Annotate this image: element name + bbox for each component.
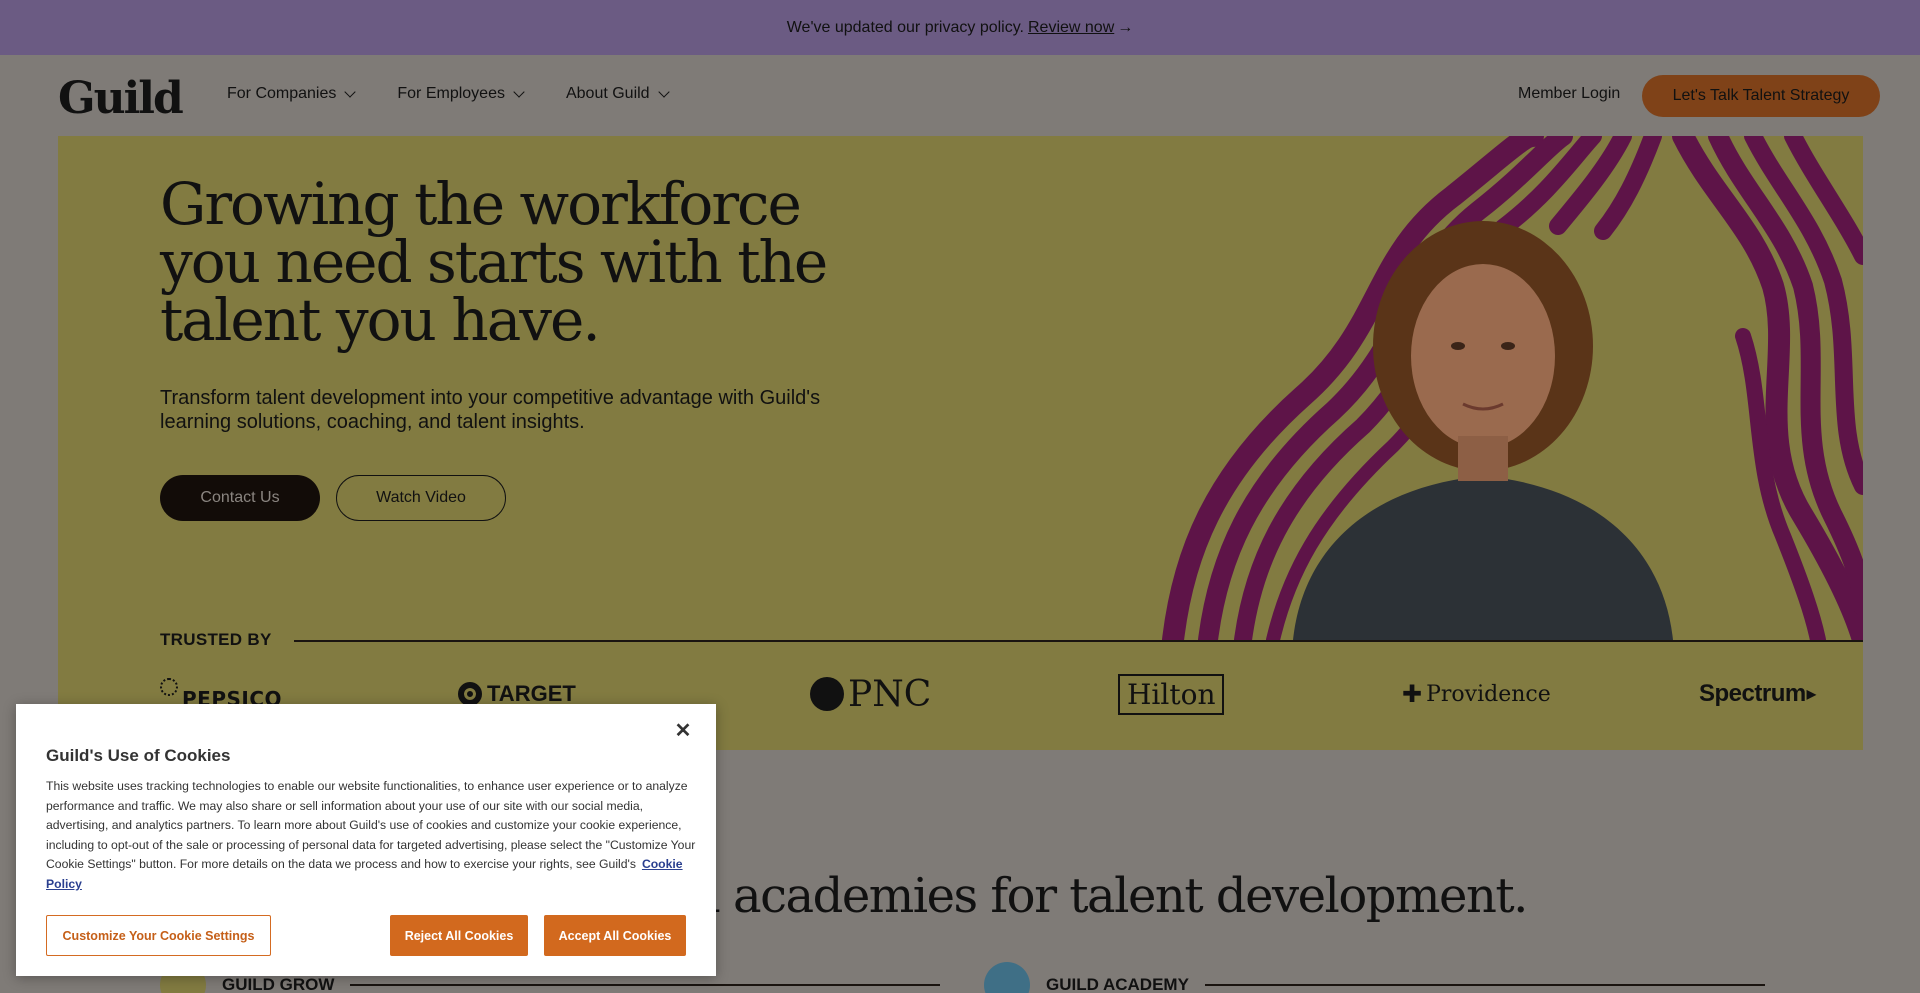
spectrum-arrow-icon: ▶ (1806, 687, 1816, 701)
close-icon[interactable]: ✕ (673, 720, 693, 742)
nav-label: For Employees (397, 85, 505, 102)
nav-label: For Companies (227, 85, 337, 102)
cookie-body: This website uses tracking technologies … (46, 777, 696, 895)
pnc-mark-icon (810, 677, 844, 711)
main-nav: For Companies For Employees About Guild (227, 85, 670, 103)
chevron-down-icon (513, 86, 525, 98)
watch-video-button[interactable]: Watch Video (336, 475, 506, 521)
customize-cookies-button[interactable]: Customize Your Cookie Settings (46, 915, 271, 956)
hero-title: Growing the workforce you need starts wi… (160, 170, 828, 354)
product-guild-academy[interactable]: GUILD ACADEMY (984, 962, 1765, 993)
banner-text: We've updated our privacy policy. (786, 18, 1024, 36)
target-bullseye-icon (458, 682, 482, 706)
accept-all-cookies-button[interactable]: Accept All Cookies (544, 915, 686, 956)
review-now-link[interactable]: Review now (1028, 19, 1114, 37)
guild-logo[interactable]: Guild (58, 73, 184, 124)
academy-icon (984, 962, 1030, 993)
academies-heading: d academies for talent development. (690, 868, 1528, 924)
pepsico-globe-icon (160, 678, 178, 696)
divider (294, 640, 1863, 642)
providence-cross-icon: ✚ (1402, 680, 1423, 708)
hero-subtitle: Transform talent development into your c… (160, 387, 821, 433)
reject-all-cookies-button[interactable]: Reject All Cookies (390, 915, 528, 956)
product-label: GUILD ACADEMY (1046, 975, 1189, 993)
nav-label: About Guild (565, 85, 650, 102)
divider (1204, 984, 1765, 986)
product-label: GUILD GROW (222, 975, 335, 993)
arrow-right-icon: → (1117, 18, 1134, 36)
cookie-title: Guild's Use of Cookies (46, 746, 231, 765)
member-login-link[interactable]: Member Login (1518, 85, 1620, 103)
cookie-consent-dialog: ✕ Guild's Use of Cookies This website us… (16, 704, 716, 976)
chevron-down-icon (344, 86, 357, 98)
pnc-logo: PNC (810, 669, 931, 719)
divider (350, 984, 941, 986)
trusted-by-label: TRUSTED BY (160, 630, 272, 649)
nav-for-employees[interactable]: For Employees (397, 85, 525, 103)
nav-about-guild[interactable]: About Guild (565, 85, 670, 103)
spectrum-logo: Spectrum ▶ (1699, 680, 1816, 707)
hero-section: Growing the workforce you need starts wi… (58, 136, 1863, 750)
privacy-banner: We've updated our privacy policy. Review… (0, 0, 1920, 55)
site-header: Guild For Companies For Employees About … (0, 55, 1920, 136)
cookie-body-text: This website uses tracking technologies … (46, 779, 696, 872)
providence-logo: ✚ Providence (1402, 680, 1551, 708)
nav-for-companies[interactable]: For Companies (227, 85, 357, 103)
talent-strategy-button[interactable]: Let's Talk Talent Strategy (1642, 75, 1880, 117)
hilton-logo: Hilton (1118, 669, 1225, 719)
hero-portrait-image (1153, 136, 1863, 640)
contact-us-button[interactable]: Contact Us (160, 475, 320, 521)
chevron-down-icon (657, 86, 670, 98)
